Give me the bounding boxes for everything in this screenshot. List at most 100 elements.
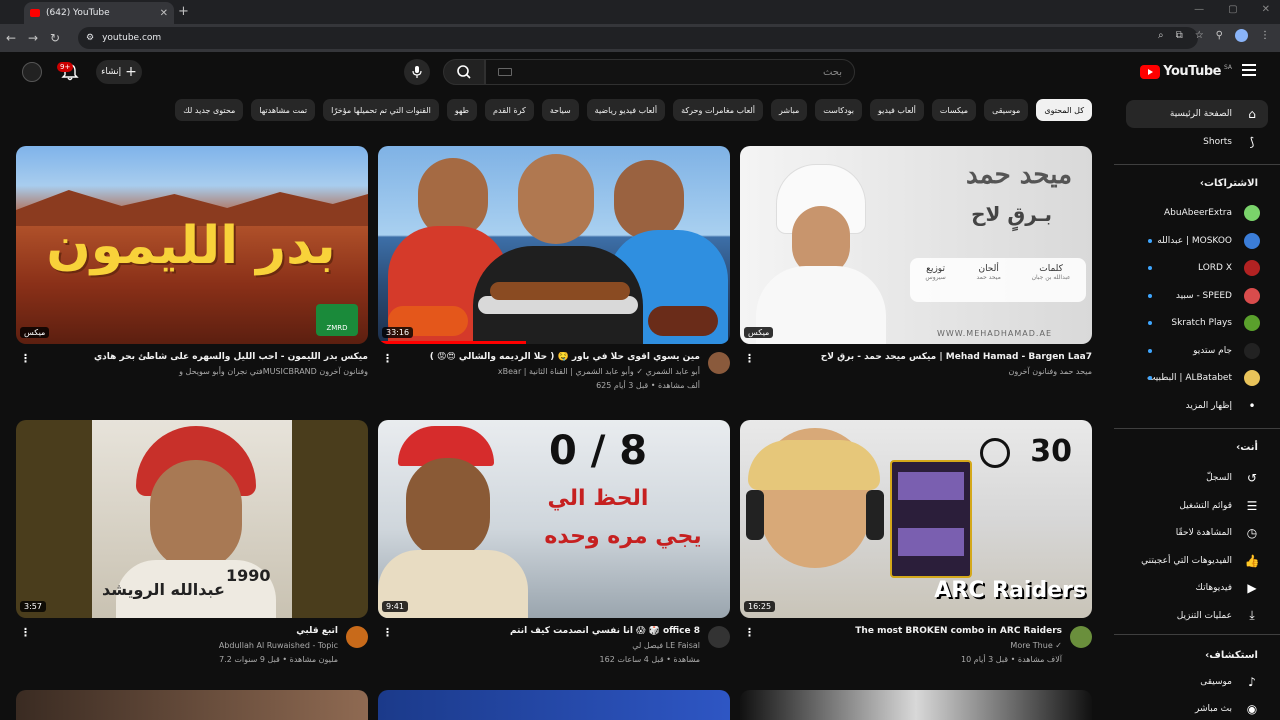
voice-search-button[interactable] — [404, 59, 430, 85]
video-card[interactable]: 33:16 مين يسوي اقوى حلا في باور 🤤 ( حلا … — [378, 146, 730, 412]
filter-chip[interactable]: طهو — [446, 99, 478, 121]
sidebar-item[interactable]: Skratch Plays — [1126, 309, 1268, 337]
more-actions-icon[interactable]: ⋮ — [20, 626, 31, 639]
sidebar-item[interactable]: Shorts ⟆ — [1126, 128, 1268, 156]
sidebar-item[interactable]: سبيد - SPEED — [1126, 282, 1268, 310]
sidebar-item[interactable]: الفيديوهات التي أعجبتني 👍 — [1126, 547, 1268, 575]
more-actions-icon[interactable]: ⋮ — [382, 352, 393, 365]
sidebar-item[interactable]: LORD X — [1126, 254, 1268, 282]
video-meta: ميكس بدر الليمون - احب الليل والسهره على… — [16, 352, 368, 412]
more-actions-icon[interactable]: ⋮ — [744, 352, 755, 365]
close-tab-icon[interactable]: ✕ — [160, 8, 168, 19]
forward-icon[interactable]: → — [22, 31, 44, 45]
channel-avatar — [1244, 260, 1260, 276]
bookmark-star-icon[interactable]: ☆ — [1195, 30, 1204, 41]
new-tab-icon[interactable]: + — [178, 4, 189, 19]
sidebar-item[interactable]: AbuAbeerExtra — [1126, 199, 1268, 227]
omnibox[interactable]: ⚙ youtube.com — [78, 27, 1198, 49]
video-channel[interactable]: فيصل لي LE Faisal — [632, 641, 700, 650]
keyboard-icon[interactable] — [498, 68, 512, 76]
video-channel[interactable]: More Thue ✓ — [1010, 641, 1062, 650]
sidebar-item[interactable]: إظهار المزيد • — [1126, 392, 1268, 420]
video-title[interactable]: ميكس ميحد حمد - برقٍ لاح | Mehad Hamad -… — [762, 352, 1092, 362]
search-button[interactable] — [443, 59, 485, 85]
video-channel[interactable]: ميحد حمد وفنانون آخرون — [1008, 367, 1092, 376]
explore-header[interactable]: ‹استكشاف — [1205, 650, 1258, 661]
video-channel[interactable]: Abdullah Al Ruwaished - Topic — [219, 641, 338, 650]
filter-chip[interactable]: ألعاب فيديو — [870, 99, 924, 121]
filter-chip[interactable]: مباشر — [771, 99, 808, 121]
install-icon[interactable]: ⧉ — [1176, 30, 1183, 41]
more-actions-icon[interactable]: ⋮ — [20, 352, 31, 365]
filter-chip[interactable]: محتوى جديد لك — [175, 99, 244, 121]
video-card[interactable]: ميحد حمد بـرقٍ لاح كلمات عبدالله بن جبان … — [740, 146, 1092, 412]
sidebar-item[interactable]: الصفحة الرئيسية ⌂ — [1126, 100, 1268, 128]
minimize-icon[interactable]: — — [1194, 4, 1204, 15]
sidebar-item[interactable]: بث مباشر ◉ — [1126, 695, 1268, 720]
video-title[interactable]: ميكس بدر الليمون - احب الليل والسهره على… — [38, 352, 368, 362]
channel-avatar[interactable] — [346, 626, 368, 648]
video-card[interactable]: 30 ARC Raiders 16:25 The most BROKEN com… — [740, 420, 1092, 686]
more-actions-icon[interactable]: ⋮ — [382, 626, 393, 639]
video-thumbnail[interactable]: ميحد حمد بـرقٍ لاح كلمات عبدالله بن جبان … — [740, 146, 1092, 344]
video-channel[interactable]: فتي نجران وأبو سويحل وMUSICBRAND وفنانون… — [179, 367, 368, 376]
sidebar-item[interactable]: موسيقى ♪ — [1126, 668, 1268, 696]
filter-chip[interactable]: ألعاب فيديو رياضية — [586, 99, 666, 121]
video-title[interactable]: مين يسوي اقوى حلا في باور 🤤 ( حلا الرديم… — [370, 352, 700, 362]
zoom-icon[interactable]: ⌕ — [1158, 30, 1164, 41]
sidebar-item[interactable]: عمليات التنزيل ⤓ — [1126, 602, 1268, 630]
channel-avatar[interactable] — [1070, 626, 1092, 648]
video-title[interactable]: The most BROKEN combo in ARC Raiders — [732, 626, 1062, 636]
filter-chip[interactable]: كرة القدم — [485, 99, 534, 121]
filter-chip[interactable]: موسيقى — [984, 99, 1029, 121]
back-icon[interactable]: ← — [0, 31, 22, 45]
filter-chip[interactable]: كل المحتوى — [1036, 99, 1092, 121]
filter-chip[interactable]: تمت مشاهدتها — [251, 99, 316, 121]
channel-avatar[interactable] — [708, 352, 730, 374]
close-window-icon[interactable]: ✕ — [1262, 4, 1270, 15]
video-channel[interactable]: xBear | أبو عابد الشمري ✓ وأبو عابد الشم… — [498, 367, 700, 376]
sidebar-item[interactable]: جام ستديو — [1126, 337, 1268, 365]
video-thumbnail-partial[interactable] — [16, 690, 368, 720]
video-card[interactable]: 1990 عبدالله الرويشد 3:57 اتبع قلبي Abdu… — [16, 420, 368, 686]
video-title[interactable]: اتبع قلبي — [8, 626, 338, 636]
video-thumbnail[interactable]: 30 ARC Raiders 16:25 — [740, 420, 1092, 618]
filter-chip[interactable]: بودكاست — [815, 99, 863, 121]
youtube-logo[interactable]: YouTube SA — [1140, 64, 1232, 79]
browser-profile-icon[interactable] — [1235, 29, 1248, 42]
filter-chip[interactable]: القنوات التي تم تحميلها مؤخرًا — [323, 99, 439, 121]
site-info-icon[interactable]: ⚙ — [86, 33, 94, 43]
sidebar-item[interactable]: المشاهدة لاحقًا ◷ — [1126, 519, 1268, 547]
video-thumbnail[interactable]: 33:16 — [378, 146, 730, 344]
channel-avatar[interactable] — [708, 626, 730, 648]
browser-menu-icon[interactable]: ⋮ — [1260, 30, 1270, 41]
video-card[interactable]: 0 / 8 الحظ الي يجي مره وحده 9:41 انا نفس… — [378, 420, 730, 686]
sidebar-item[interactable]: فيديوهاتك ▶ — [1126, 574, 1268, 602]
filter-chip[interactable]: ألعاب مغامرات وحركة — [673, 99, 764, 121]
menu-hamburger-icon[interactable] — [1242, 64, 1256, 76]
video-thumbnail[interactable]: بدر الليمون ZMRD ميكس — [16, 146, 368, 344]
extensions-icon[interactable]: ⚲ — [1216, 30, 1223, 41]
new-content-dot — [1148, 238, 1152, 243]
you-header[interactable]: ‹أنت — [1236, 442, 1258, 453]
filter-chip[interactable]: ميكسات — [931, 99, 977, 121]
subscriptions-header[interactable]: ‹الاشتراكات — [1200, 178, 1258, 189]
video-thumbnail-partial[interactable] — [740, 690, 1092, 720]
video-thumbnail[interactable]: 1990 عبدالله الرويشد 3:57 — [16, 420, 368, 618]
sidebar-item[interactable]: السجلّ ↺ — [1126, 464, 1268, 492]
video-thumbnail[interactable]: 0 / 8 الحظ الي يجي مره وحده 9:41 — [378, 420, 730, 618]
more-actions-icon[interactable]: ⋮ — [744, 626, 755, 639]
sidebar-item[interactable]: قوائم التشغيل ☰ — [1126, 492, 1268, 520]
maximize-icon[interactable]: ▢ — [1228, 4, 1237, 15]
search-input[interactable]: بحث — [485, 59, 855, 85]
video-thumbnail-partial[interactable] — [378, 690, 730, 720]
sidebar-item[interactable]: عبدالله | MOSKOO — [1126, 227, 1268, 255]
reload-icon[interactable]: ↻ — [44, 31, 66, 45]
browser-tab[interactable]: (642) YouTube ✕ — [24, 2, 174, 24]
video-title[interactable]: انا نفسي انصدمت كيف انتم 😱 🎲 office 8 — [370, 626, 700, 636]
filter-chip[interactable]: سياحة — [541, 99, 579, 121]
sidebar-item[interactable]: البطبيت | ALBatabet — [1126, 364, 1268, 392]
account-avatar[interactable] — [22, 62, 42, 82]
create-button[interactable]: إنشاء + — [96, 60, 142, 84]
video-card[interactable]: بدر الليمون ZMRD ميكس ميكس بدر الليمون -… — [16, 146, 368, 412]
